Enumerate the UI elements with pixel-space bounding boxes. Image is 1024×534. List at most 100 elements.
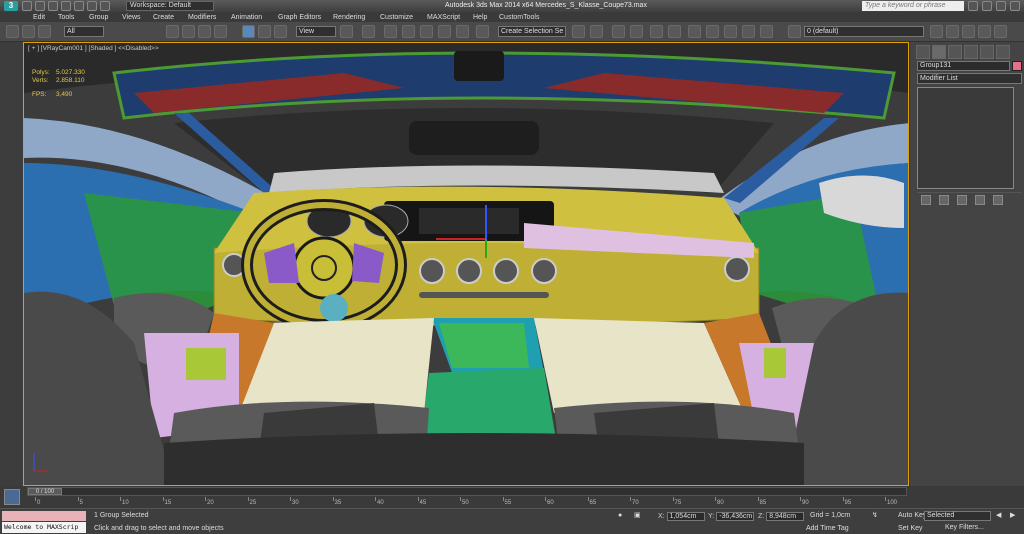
viewport-label[interactable]: [ + ] [VRayCam001 ] [Shaded ] <<Disabled… xyxy=(28,45,159,52)
pin-stack-icon[interactable] xyxy=(921,195,931,205)
mirror-icon[interactable] xyxy=(572,25,585,38)
menu-graph-editors[interactable]: Graph Editors xyxy=(278,13,321,22)
select-and-link-icon[interactable] xyxy=(6,25,19,38)
display-tab-icon[interactable] xyxy=(980,45,994,59)
pivot-center-icon[interactable] xyxy=(340,25,353,38)
menu-customtools[interactable]: CustomTools xyxy=(499,13,539,22)
layer-dropdown[interactable]: 0 (default) xyxy=(804,26,924,37)
y-coord-field[interactable]: -36,436cm xyxy=(716,512,755,521)
menu-views[interactable]: Views xyxy=(122,13,141,22)
remove-modifier-icon[interactable] xyxy=(975,195,985,205)
select-and-scale-icon[interactable] xyxy=(274,25,287,38)
make-unique-icon[interactable] xyxy=(957,195,967,205)
key-filters-button[interactable]: Key Filters... xyxy=(945,524,984,531)
curve-editor-icon[interactable] xyxy=(650,25,663,38)
new-file-icon[interactable] xyxy=(22,1,32,11)
object-name-field[interactable]: Group131 xyxy=(917,61,1010,71)
absolute-mode-icon[interactable]: ▣ xyxy=(634,512,641,522)
bind-space-warp-icon[interactable] xyxy=(38,25,51,38)
rendered-frame-window-icon[interactable] xyxy=(724,25,737,38)
selection-filter-dropdown[interactable]: All xyxy=(64,26,104,37)
menu-rendering[interactable]: Rendering xyxy=(333,13,365,22)
menu-maxscript[interactable]: MAXScript xyxy=(427,13,460,22)
render-setup-icon[interactable] xyxy=(706,25,719,38)
save-file-icon[interactable] xyxy=(48,1,58,11)
reference-coordinate-dropdown[interactable]: View xyxy=(296,26,336,37)
fetch-icon[interactable] xyxy=(100,1,110,11)
render-production-icon[interactable] xyxy=(742,25,755,38)
create-new-layer-icon[interactable] xyxy=(946,25,959,38)
time-slider[interactable]: 0 / 100 xyxy=(27,487,907,496)
menu-tools[interactable]: Tools xyxy=(58,13,74,22)
select-and-manipulate-icon[interactable] xyxy=(362,25,375,38)
configure-modifier-sets-icon[interactable] xyxy=(993,195,1003,205)
search-input[interactable]: Type a keyword or phrase xyxy=(862,1,964,11)
hold-icon[interactable] xyxy=(87,1,97,11)
app-logo-icon[interactable]: 3 xyxy=(4,1,18,11)
x-coord-field[interactable]: 1,054cm xyxy=(666,512,705,521)
unlink-icon[interactable] xyxy=(22,25,35,38)
search-icon[interactable] xyxy=(968,1,978,11)
modify-tab-icon[interactable] xyxy=(932,45,946,59)
maxscript-listener-input[interactable]: Welcome to MAXScrip xyxy=(2,522,86,533)
modifier-list-dropdown[interactable]: Modifier List xyxy=(917,73,1022,84)
z-coord-field[interactable]: 8,948cm xyxy=(766,512,805,521)
utilities-tab-icon[interactable] xyxy=(996,45,1010,59)
frame-ruler[interactable]: 0 5 10 15 20 25 30 35 40 45 50 55 60 65 70 75 80 85 90 95 10… xyxy=(27,497,907,507)
key-selection-dropdown[interactable]: Selected xyxy=(924,511,991,521)
snaps-toggle-icon[interactable] xyxy=(402,25,415,38)
time-slider-thumb[interactable]: 0 / 100 xyxy=(28,488,62,495)
key-mode-icon[interactable]: ↯ xyxy=(872,512,878,522)
select-and-rotate-icon[interactable] xyxy=(258,25,271,38)
modifier-stack[interactable] xyxy=(917,87,1014,189)
window-crossing-icon[interactable] xyxy=(214,25,227,38)
mini-curve-editor-icon[interactable] xyxy=(4,489,20,505)
select-object-icon[interactable] xyxy=(166,25,179,38)
render-teapot-icon[interactable] xyxy=(760,25,773,38)
menu-modifiers[interactable]: Modifiers xyxy=(188,13,216,22)
schematic-view-icon[interactable] xyxy=(668,25,681,38)
redo-icon[interactable] xyxy=(74,1,84,11)
set-current-layer-icon[interactable] xyxy=(994,25,1007,38)
menu-customize[interactable]: Customize xyxy=(380,13,413,22)
set-key-button[interactable]: Set Key xyxy=(898,525,923,532)
undo-icon[interactable] xyxy=(61,1,71,11)
material-editor-icon[interactable] xyxy=(688,25,701,38)
named-selection-sets-dropdown[interactable]: Create Selection Se xyxy=(498,26,566,37)
spinner-snap-icon[interactable] xyxy=(456,25,469,38)
goto-start-icon[interactable]: ◀ xyxy=(996,512,1001,522)
menu-edit[interactable]: Edit xyxy=(33,13,45,22)
graphite-ribbon-icon[interactable] xyxy=(630,25,643,38)
maxscript-listener-output[interactable] xyxy=(2,511,86,521)
edit-named-selection-icon[interactable] xyxy=(476,25,489,38)
auto-key-button[interactable]: Auto Key xyxy=(898,512,926,519)
align-icon[interactable] xyxy=(590,25,603,38)
create-tab-icon[interactable] xyxy=(916,45,930,59)
layer-manager-icon[interactable] xyxy=(612,25,625,38)
menu-help[interactable]: Help xyxy=(473,13,487,22)
lock-selection-icon[interactable]: ● xyxy=(618,512,622,522)
object-color-swatch[interactable] xyxy=(1012,61,1022,71)
rectangular-selection-icon[interactable] xyxy=(198,25,211,38)
hierarchy-tab-icon[interactable] xyxy=(948,45,962,59)
select-and-move-icon[interactable] xyxy=(242,25,255,38)
show-end-result-icon[interactable] xyxy=(939,195,949,205)
add-time-tag-button[interactable]: Add Time Tag xyxy=(806,525,849,532)
perspective-viewport[interactable]: [ + ] [VRayCam001 ] [Shaded ] <<Disabled… xyxy=(23,42,909,486)
minimize-icon[interactable] xyxy=(996,1,1006,11)
keyboard-shortcut-override-icon[interactable] xyxy=(384,25,397,38)
menu-create[interactable]: Create xyxy=(153,13,174,22)
select-by-name-icon[interactable] xyxy=(182,25,195,38)
select-objects-in-layer-icon[interactable] xyxy=(978,25,991,38)
close-icon[interactable] xyxy=(1010,1,1020,11)
layer-icon[interactable] xyxy=(788,25,801,38)
menu-group[interactable]: Group xyxy=(89,13,108,22)
motion-tab-icon[interactable] xyxy=(964,45,978,59)
play-icon[interactable]: ▶ xyxy=(1010,512,1015,522)
add-selection-to-layer-icon[interactable] xyxy=(962,25,975,38)
help-icon[interactable] xyxy=(982,1,992,11)
workspace-dropdown[interactable]: Workspace: Default xyxy=(126,1,214,11)
angle-snap-icon[interactable] xyxy=(420,25,433,38)
layer-freeze-icon[interactable] xyxy=(930,25,943,38)
menu-animation[interactable]: Animation xyxy=(231,13,262,22)
